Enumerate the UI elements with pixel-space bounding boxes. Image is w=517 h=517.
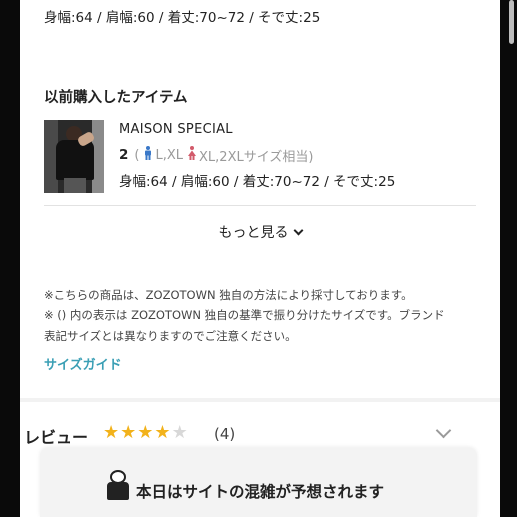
star-icon: ★ [137, 422, 154, 443]
previous-item-thumbnail[interactable] [44, 120, 104, 193]
measurement-note-1: ※こちらの商品は、ZOZOTOWN 独自の方法により採寸しております。 [44, 288, 413, 302]
star-icon: ★ [103, 422, 120, 443]
size-guide-link[interactable]: サイズガイド [44, 354, 122, 373]
star-icon: ★ [154, 422, 171, 443]
divider [44, 205, 476, 206]
size-paren-open: ( [134, 147, 140, 163]
product-detail-panel: 身幅:64 / 肩幅:60 / 着丈:70~72 / そで丈:25 以前購入した… [20, 0, 514, 517]
show-more-label: もっと見る [218, 225, 289, 241]
screen: 身幅:64 / 肩幅:60 / 着丈:70~72 / そで丈:25 以前購入した… [0, 0, 517, 517]
left-border [0, 0, 20, 517]
congestion-banner-text: 本日はサイトの混雑が予想されます [136, 483, 385, 501]
size-info-card: 身幅:64 / 肩幅:60 / 着丈:70~72 / そで丈:25 以前購入した… [20, 0, 500, 398]
male-icon [144, 146, 152, 164]
congestion-banner: 本日はサイトの混雑が予想されます [40, 448, 477, 517]
previous-item-measurements: 身幅:64 / 肩幅:60 / 着丈:70~72 / そで丈:25 [119, 174, 396, 190]
measurement-note-2: ※ () 内の表示は ZOZOTOWN 独自の基準で振り分けたサイズです。ブラン… [44, 308, 445, 322]
current-item-measurements: 身幅:64 / 肩幅:60 / 着丈:70~72 / そで丈:25 [44, 10, 321, 26]
star-icon: ★ [120, 422, 137, 443]
previous-item-brand[interactable]: MAISON SPECIAL [119, 122, 233, 137]
female-size-label: XL,2XLサイズ相当) [199, 149, 314, 165]
previous-item-size-row: 2 ( L,XL XL,2XLサイズ相当) [119, 146, 314, 165]
female-icon [188, 146, 197, 164]
review-stars: ★ ★ ★ ★ ★ [103, 423, 188, 443]
review-title[interactable]: レビュー [24, 424, 88, 448]
review-count: (4) [214, 425, 236, 443]
right-border [500, 0, 517, 517]
show-more-button[interactable]: もっと見る [20, 222, 500, 242]
chevron-down-icon [293, 225, 303, 235]
scrollbar[interactable] [509, 0, 514, 44]
male-size-label: L,XL [155, 147, 184, 163]
previous-item-size: 2 [119, 147, 129, 163]
measurement-note-3: 表記サイズとは異なりますのでご注意ください。 [44, 329, 297, 343]
star-empty-icon: ★ [171, 422, 188, 443]
previous-items-title: 以前購入したアイテム [44, 90, 188, 106]
crowd-person-icon [104, 470, 132, 500]
